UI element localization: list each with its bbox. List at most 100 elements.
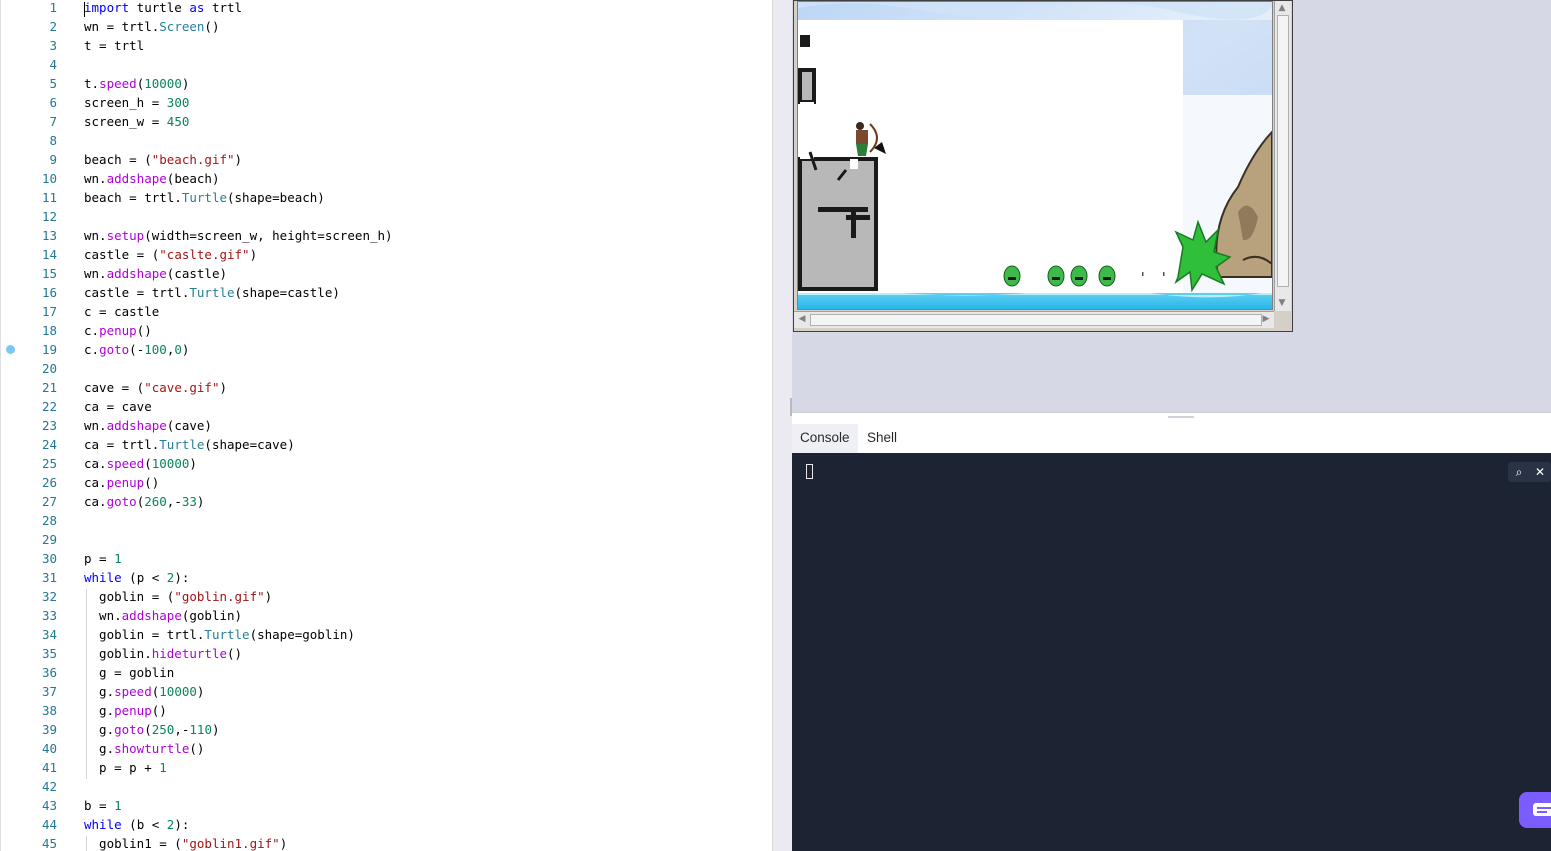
code-line[interactable]: 9 beach = ("beach.gif") — [0, 150, 772, 169]
line-number: 15 — [41, 266, 57, 281]
turtle-window[interactable]: ▲ ▼ ◀ ▶ — [793, 0, 1293, 332]
code-line[interactable]: 8 — [0, 131, 772, 150]
code-text: wn.addshape(castle) — [84, 266, 228, 281]
code-line[interactable]: 34 goblin = trtl.Turtle(shape=goblin) — [0, 625, 772, 644]
code-line[interactable]: 45 goblin1 = ("goblin1.gif") — [0, 834, 772, 851]
line-number: 4 — [49, 57, 57, 72]
code-line[interactable]: 18 c.penup() — [0, 321, 772, 340]
code-text: while (b < 2): — [84, 817, 190, 832]
code-line[interactable]: 31 while (p < 2): — [0, 568, 772, 587]
code-text: ca = cave — [84, 399, 152, 414]
code-line[interactable]: 41 p = p + 1 — [0, 758, 772, 777]
code-editor[interactable]: 1 import turtle as trtl 2 wn = trtl.Screen(… — [0, 0, 773, 851]
line-number: 5 — [49, 76, 57, 91]
code-line[interactable]: 24 ca = trtl.Turtle(shape=cave) — [0, 435, 772, 454]
code-line[interactable]: 32 goblin = ("goblin.gif") — [0, 587, 772, 606]
code-line[interactable]: 7 screen_w = 450 — [0, 112, 772, 131]
line-number: 1 — [49, 0, 57, 15]
line-number: 20 — [41, 361, 57, 376]
code-line[interactable]: 16 castle = trtl.Turtle(shape=castle) — [0, 283, 772, 302]
code-line[interactable]: 36 g = goblin — [0, 663, 772, 682]
code-text: b = 1 — [84, 798, 122, 813]
code-line[interactable]: 40 g.showturtle() — [0, 739, 772, 758]
code-text: p = 1 — [84, 551, 122, 566]
line-number: 6 — [49, 95, 57, 110]
code-line[interactable]: 39 g.goto(250,-110) — [0, 720, 772, 739]
turtle-canvas[interactable] — [797, 1, 1273, 310]
code-line[interactable]: 29 — [0, 530, 772, 549]
chat-button[interactable] — [1519, 792, 1551, 828]
tab-shell[interactable]: Shell — [859, 424, 905, 453]
vertical-splitter[interactable] — [772, 0, 793, 851]
code-line[interactable]: 38 g.penup() — [0, 701, 772, 720]
code-line[interactable]: 26 ca.penup() — [0, 473, 772, 492]
scroll-down-icon[interactable]: ▼ — [1276, 297, 1288, 309]
breakpoint-marker[interactable] — [6, 345, 15, 354]
line-number: 14 — [41, 247, 57, 262]
scrollbar-thumb[interactable] — [1277, 15, 1289, 287]
code-line[interactable]: 17 c = castle — [0, 302, 772, 321]
code-line[interactable]: 21 cave = ("cave.gif") — [0, 378, 772, 397]
scrollbar-thumb[interactable] — [810, 314, 1262, 326]
code-line[interactable]: 13 wn.setup(width=screen_w, height=screen… — [0, 226, 772, 245]
code-line[interactable]: 25 ca.speed(10000) — [0, 454, 772, 473]
code-line[interactable]: 30 p = 1 — [0, 549, 772, 568]
line-number: 27 — [41, 494, 57, 509]
line-number: 7 — [49, 114, 57, 129]
line-number: 25 — [41, 456, 57, 471]
code-line[interactable]: 23 wn.addshape(cave) — [0, 416, 772, 435]
code-text: wn.addshape(goblin) — [84, 608, 243, 623]
code-text: g = goblin — [84, 665, 175, 680]
line-number: 41 — [41, 760, 57, 775]
code-text: screen_w = 450 — [84, 114, 190, 129]
code-line[interactable]: 42 — [0, 777, 772, 796]
goblin — [1098, 265, 1116, 287]
code-line[interactable]: 37 g.speed(10000) — [0, 682, 772, 701]
code-text: goblin.hideturtle() — [84, 646, 243, 661]
scroll-up-icon[interactable]: ▲ — [1276, 2, 1288, 14]
code-line[interactable]: 22 ca = cave — [0, 397, 772, 416]
code-text: wn.addshape(cave) — [84, 418, 212, 433]
scroll-right-icon[interactable]: ▶ — [1260, 313, 1272, 325]
code-line[interactable]: 33 wn.addshape(goblin) — [0, 606, 772, 625]
tab-console[interactable]: Console — [792, 424, 858, 455]
search-icon[interactable]: ⌕ — [1509, 462, 1529, 482]
code-text: castle = ("caslte.gif") — [84, 247, 258, 262]
vertical-scrollbar[interactable]: ▲ ▼ — [1274, 1, 1291, 311]
close-icon[interactable]: ✕ — [1530, 462, 1550, 482]
code-text: ca.speed(10000) — [84, 456, 197, 471]
code-line[interactable]: 3 t = trtl — [0, 36, 772, 55]
line-number: 22 — [41, 399, 57, 414]
code-text: c.penup() — [84, 323, 152, 338]
code-line[interactable]: 15 wn.addshape(castle) — [0, 264, 772, 283]
code-line[interactable]: 6 screen_h = 300 — [0, 93, 772, 112]
code-line[interactable]: 19 c.goto(-100,0) — [0, 340, 772, 359]
code-line[interactable]: 35 goblin.hideturtle() — [0, 644, 772, 663]
code-line[interactable]: 14 castle = ("caslte.gif") — [0, 245, 772, 264]
code-line[interactable]: 2 wn = trtl.Screen() — [0, 17, 772, 36]
code-line[interactable]: 20 — [0, 359, 772, 378]
code-line[interactable]: 44 while (b < 2): — [0, 815, 772, 834]
line-number: 23 — [41, 418, 57, 433]
indent-guide — [86, 836, 87, 851]
code-line[interactable]: 28 — [0, 511, 772, 530]
code-line[interactable]: 27 ca.goto(260,-33) — [0, 492, 772, 511]
code-line[interactable]: 4 — [0, 55, 772, 74]
game-scene — [798, 2, 1272, 309]
horizontal-scrollbar[interactable]: ◀ ▶ — [794, 311, 1274, 328]
line-number: 3 — [49, 38, 57, 53]
scroll-left-icon[interactable]: ◀ — [796, 313, 808, 325]
console-panel[interactable]: ⌕ ✕ — [792, 453, 1551, 851]
code-line[interactable]: 12 — [0, 207, 772, 226]
code-line[interactable]: 11 beach = trtl.Turtle(shape=beach) — [0, 188, 772, 207]
line-number: 2 — [49, 19, 57, 34]
code-text: beach = ("beach.gif") — [84, 152, 243, 167]
code-line[interactable]: 43 b = 1 — [0, 796, 772, 815]
code-line[interactable]: 1 import turtle as trtl — [0, 0, 772, 17]
line-number: 40 — [41, 741, 57, 756]
line-number: 16 — [41, 285, 57, 300]
code-line[interactable]: 5 t.speed(10000) — [0, 74, 772, 93]
line-number: 10 — [41, 171, 57, 186]
line-number: 13 — [41, 228, 57, 243]
code-line[interactable]: 10 wn.addshape(beach) — [0, 169, 772, 188]
